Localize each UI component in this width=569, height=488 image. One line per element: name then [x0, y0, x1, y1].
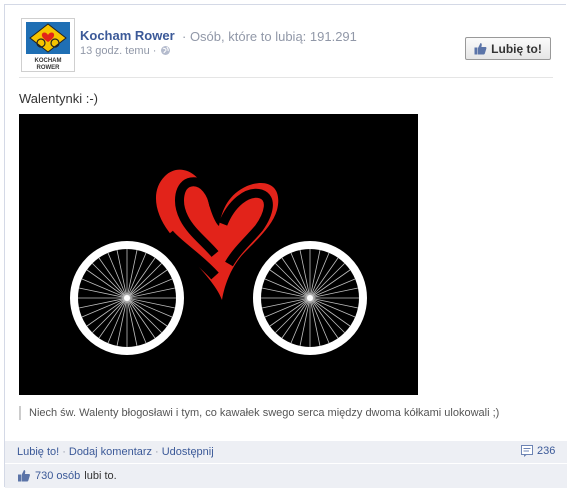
page-name-link[interactable]: Kocham Rower — [80, 28, 175, 43]
thumbs-up-icon — [18, 470, 30, 482]
likers-link[interactable]: 730 osób — [35, 470, 80, 482]
separator-dot: · — [155, 446, 159, 458]
page-avatar[interactable]: KOCHAM ROWER — [21, 18, 75, 72]
post-card: KOCHAM ROWER Kocham Rower · Osób, które … — [4, 4, 567, 488]
post-message: Walentynki :-) — [19, 91, 98, 106]
page-likes-count: · Osób, które to lubią: 191.291 — [182, 29, 357, 44]
globe-icon — [161, 46, 170, 55]
post-photo[interactable] — [19, 114, 418, 395]
photo-caption: Niech św. Walenty błogosławi i tym, co k… — [19, 406, 499, 420]
like-link[interactable]: Lubię to! — [17, 446, 59, 458]
header-divider — [19, 77, 553, 78]
comment-count: 236 — [537, 445, 556, 457]
action-bar: Lubię to! · Dodaj komentarz · Udostępnij 236 — [5, 441, 567, 464]
avatar-label-2: ROWER — [37, 65, 61, 71]
comment-icon — [521, 445, 533, 457]
thumbs-up-icon — [474, 43, 487, 55]
avatar-label-1: KOCHAM — [35, 58, 62, 64]
separator-dot: · — [62, 446, 66, 458]
post-timestamp[interactable]: 13 godz. temu · — [80, 45, 156, 57]
share-link[interactable]: Udostępnij — [162, 446, 214, 458]
like-page-button[interactable]: Lubię to! — [465, 37, 551, 60]
like-page-label: Lubię to! — [491, 41, 542, 56]
likes-suffix: lubi to. — [84, 469, 117, 482]
add-comment-link[interactable]: Dodaj komentarz — [69, 446, 152, 458]
comment-count-link[interactable]: 236 — [521, 445, 555, 457]
likes-summary: 730 osób lubi to. — [5, 464, 567, 488]
